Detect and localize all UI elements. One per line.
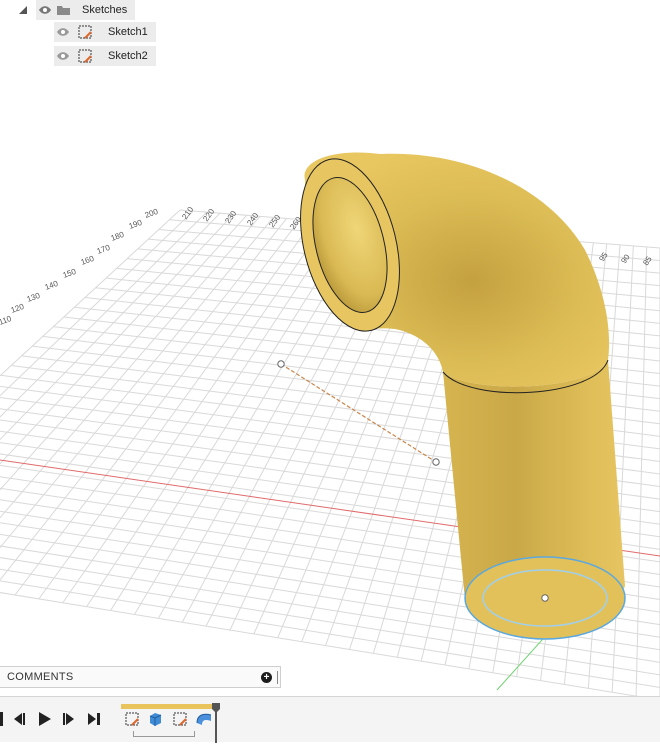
skip-to-end-icon[interactable] [87,711,101,727]
grid-label: 110 [0,314,13,327]
timeline-track-highlight [121,704,217,709]
comments-panel: COMMENTS + [0,666,281,688]
plus-circle-icon[interactable]: + [261,671,272,683]
grid-label: 210 [180,205,195,222]
eye-icon[interactable] [54,51,72,61]
grid-label: 220 [201,207,216,224]
grid-label: 230 [223,209,238,226]
sketch-icon [76,24,94,40]
folder-label: Sketches [82,4,128,16]
sketch-icon[interactable] [124,711,140,727]
grid-line [0,212,221,441]
grid-label: 160 [80,254,96,267]
play-icon[interactable] [38,711,52,727]
grid-label: 140 [44,279,60,292]
grid-label: 130 [26,291,42,304]
panel-divider[interactable] [277,670,278,684]
sketch-icon [76,48,94,64]
grid-label: 170 [96,243,112,256]
timeline-group-bracket [133,731,195,737]
grid-label: 180 [110,230,126,243]
step-back-icon[interactable] [12,711,26,727]
sketch-path-line[interactable] [277,360,440,466]
grid-label: 85 [641,254,654,267]
browser-item-sketch1[interactable]: Sketch1 [54,22,156,42]
sketch-point[interactable] [277,360,285,368]
3d-viewport[interactable]: 200 190 180 170 160 150 140 130 120 110 … [0,0,660,741]
triangle-collapse-icon[interactable] [14,5,32,15]
item-label: Sketch1 [108,26,148,38]
step-forward-icon[interactable] [62,711,76,727]
grid-label: 120 [10,302,26,315]
grid-label: 90 [619,252,632,265]
timeline-bar [0,696,660,743]
grid-label: 95 [597,250,610,263]
browser-item-sketch2[interactable]: Sketch2 [54,46,156,66]
eye-icon[interactable] [36,5,54,15]
grid-label: 190 [128,218,144,231]
sketch-point[interactable] [432,458,440,466]
grid-line [0,214,248,491]
sketch-icon[interactable] [172,711,188,727]
sweep-icon[interactable] [195,711,213,727]
grid-labels-left: 200 190 180 170 160 150 140 130 120 110 [0,207,160,327]
eye-icon[interactable] [54,27,72,37]
pipe-body[interactable] [284,148,626,640]
item-label: Sketch2 [108,50,148,62]
timeline-marker-icon[interactable] [212,703,220,743]
grid-label: 200 [144,207,160,220]
grid-label: 150 [62,267,78,280]
skip-to-start-icon[interactable] [0,711,6,727]
center-point[interactable] [541,594,549,602]
browser-folder-sketches[interactable]: Sketches [14,0,136,20]
grid-label: 240 [245,211,260,228]
folder-icon [54,4,72,16]
comments-title: COMMENTS [7,671,74,683]
extrude-icon[interactable] [147,711,163,727]
